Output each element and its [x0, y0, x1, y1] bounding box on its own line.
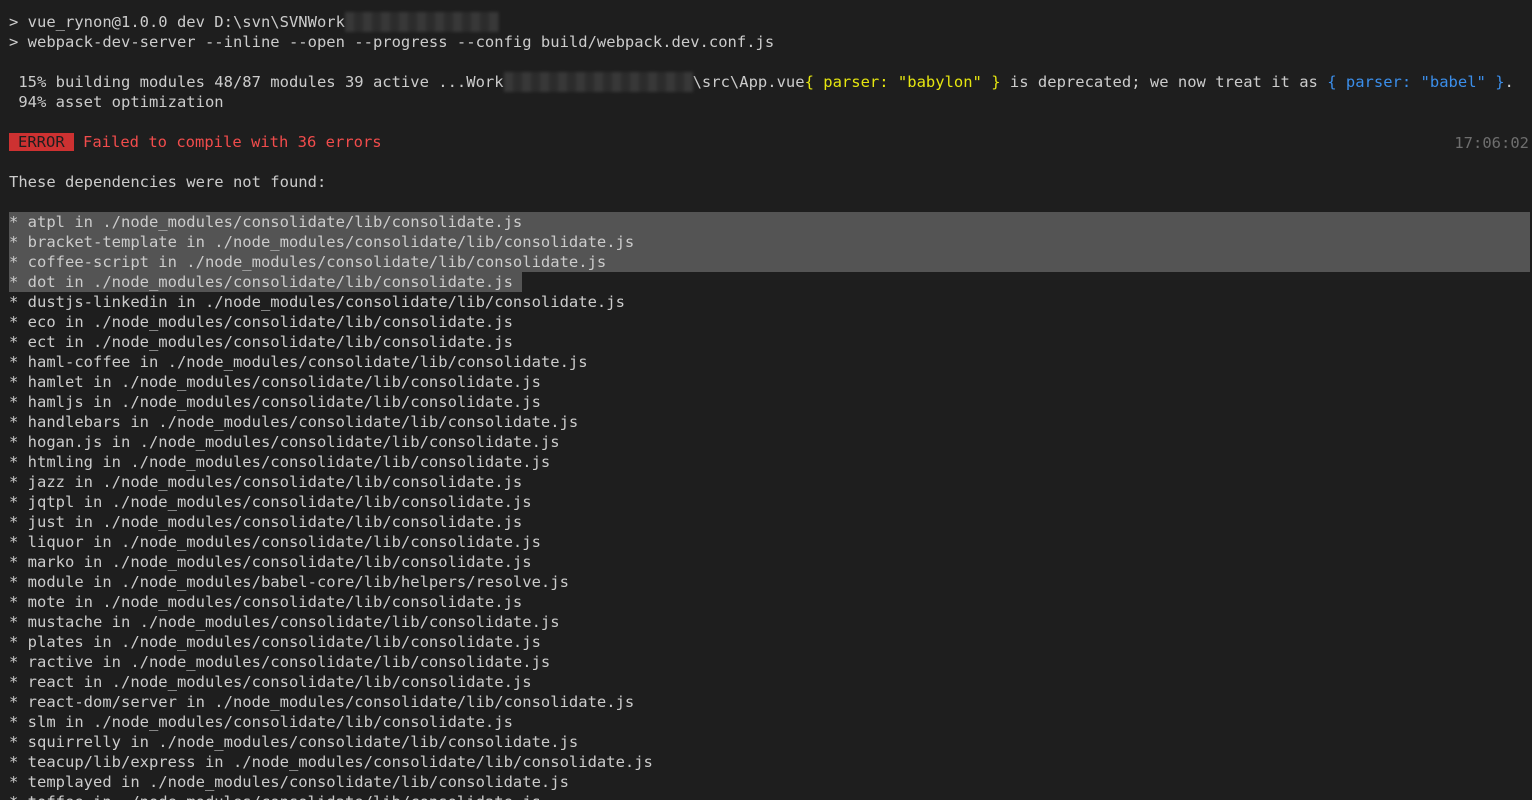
dependency-item: * eco in ./node_modules/consolidate/lib/… — [9, 313, 513, 331]
dependency-item: * react in ./node_modules/consolidate/li… — [9, 673, 532, 691]
dependency-item: * liquor in ./node_modules/consolidate/l… — [9, 533, 541, 551]
dependency-item: * marko in ./node_modules/consolidate/li… — [9, 553, 532, 571]
parser-old-key: parser: — [823, 73, 898, 91]
dependency-item: * hamlet in ./node_modules/consolidate/l… — [9, 373, 541, 391]
dependency-item: * ect in ./node_modules/consolidate/lib/… — [9, 333, 513, 351]
dependency-item: * jazz in ./node_modules/consolidate/lib… — [9, 473, 523, 491]
dependency-item: * mote in ./node_modules/consolidate/lib… — [9, 593, 523, 611]
dependency-item: * module in ./node_modules/babel-core/li… — [9, 573, 569, 591]
dependency-item: * just in ./node_modules/consolidate/lib… — [9, 513, 523, 531]
dependency-item: * templayed in ./node_modules/consolidat… — [9, 773, 569, 791]
dependency-item: * atpl in ./node_modules/consolidate/lib… — [9, 213, 523, 231]
progress-line-1-text: 15% building modules 48/87 modules 39 ac… — [9, 73, 504, 91]
dependency-item: * haml-coffee in ./node_modules/consolid… — [9, 353, 588, 371]
dependency-item: * handlebars in ./node_modules/consolida… — [9, 413, 579, 431]
dependency-item: * plates in ./node_modules/consolidate/l… — [9, 633, 541, 651]
parser-new-close: } — [1485, 73, 1505, 91]
dependency-item: * jqtpl in ./node_modules/consolidate/li… — [9, 493, 532, 511]
error-timestamp: 17:06:02 — [1454, 134, 1529, 152]
deprecation-end: . — [1504, 73, 1514, 91]
parser-new-open: { — [1327, 73, 1346, 91]
parser-old-open: { — [804, 73, 824, 91]
redacted-path-blur — [344, 12, 499, 32]
error-message: Failed to compile with 36 errors — [83, 133, 382, 151]
dependency-item: * mustache in ./node_modules/consolidate… — [9, 613, 560, 631]
parser-new-key: parser: — [1345, 73, 1421, 91]
dependency-item: * coffee-script in ./node_modules/consol… — [9, 253, 607, 271]
command-line-2: > webpack-dev-server --inline --open --p… — [9, 33, 775, 51]
parser-old-value: "babylon" — [897, 73, 982, 91]
progress-line-1: 15% building modules 48/87 modules 39 ac… — [9, 72, 1514, 92]
deprecation-text: is deprecated; we now treat it as — [1000, 73, 1328, 91]
command-line-1-text: > vue_rynon@1.0.0 dev D:\svn\SVNWork — [9, 13, 345, 31]
dependency-item: * react-dom/server in ./node_modules/con… — [9, 693, 635, 711]
dependency-item: * ractive in ./node_modules/consolidate/… — [9, 653, 551, 671]
dependency-item: * dustjs-linkedin in ./node_modules/cons… — [9, 293, 625, 311]
progress-line-2: 94% asset optimization — [9, 93, 224, 111]
dependency-item: * hamljs in ./node_modules/consolidate/l… — [9, 393, 541, 411]
terminal-output[interactable]: > vue_rynon@1.0.0 dev D:\svn\SVNWork > w… — [0, 0, 1532, 800]
error-line: ERROR Failed to compile with 36 errors — [9, 132, 382, 152]
dependency-item: * slm in ./node_modules/consolidate/lib/… — [9, 713, 513, 731]
redacted-path-blur — [503, 72, 693, 92]
dependency-item: * bracket-template in ./node_modules/con… — [9, 233, 635, 251]
dependency-item: * htmling in ./node_modules/consolidate/… — [9, 453, 551, 471]
parser-new-value: "babel" — [1420, 73, 1486, 91]
error-badge: ERROR — [9, 133, 74, 151]
dependency-item: * teacup/lib/express in ./node_modules/c… — [9, 753, 653, 771]
dependency-item: * toffee in ./node_modules/consolidate/l… — [9, 792, 541, 800]
deps-heading: These dependencies were not found: — [9, 173, 327, 191]
dependency-item: * dot in ./node_modules/consolidate/lib/… — [9, 273, 513, 291]
dependency-item: * squirrelly in ./node_modules/consolida… — [9, 733, 579, 751]
command-line-1: > vue_rynon@1.0.0 dev D:\svn\SVNWork — [9, 12, 499, 32]
dependency-item: * hogan.js in ./node_modules/consolidate… — [9, 433, 560, 451]
parser-old-close: } — [981, 73, 1001, 91]
progress-file-path: \src\App.vue — [692, 73, 805, 91]
